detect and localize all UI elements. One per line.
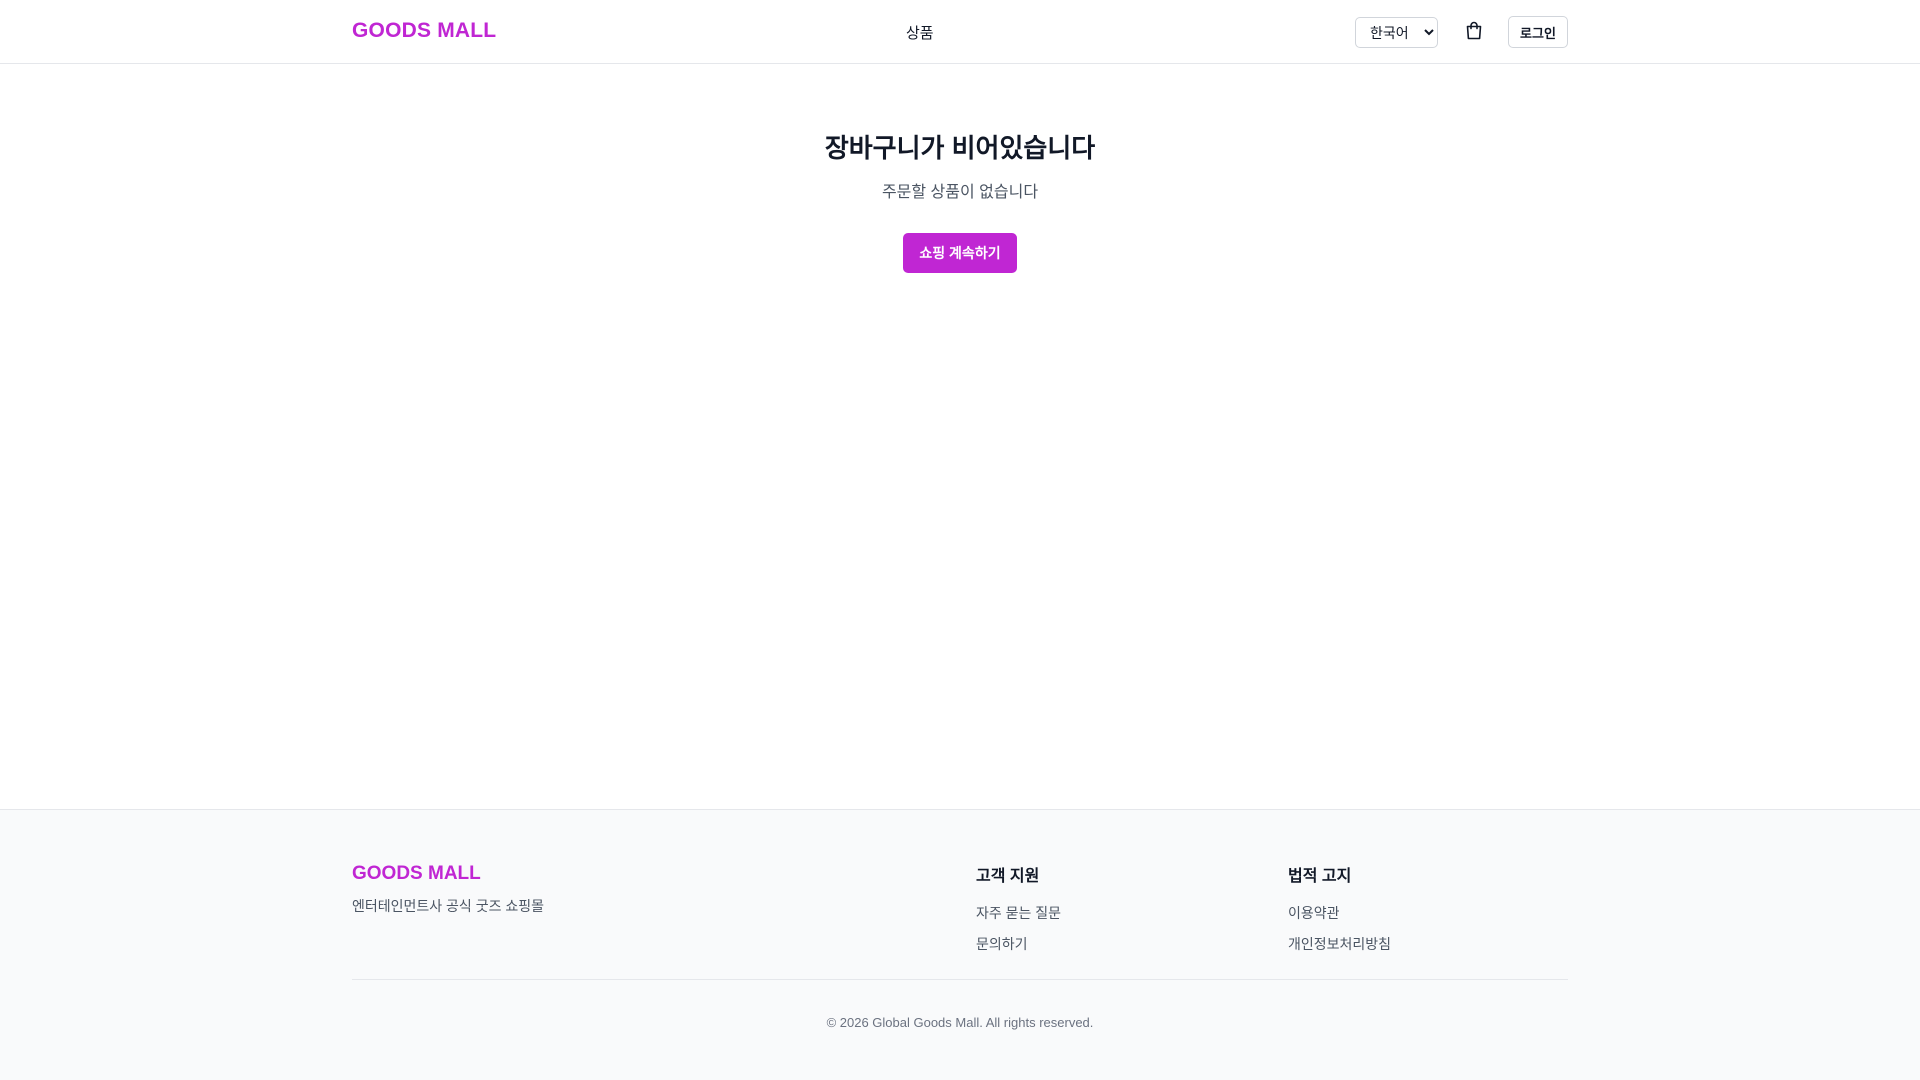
copyright-text: © 2026 Global Goods Mall. All rights res… [826, 1015, 1094, 1030]
footer-link-faq[interactable]: 자주 묻는 질문 [976, 903, 1061, 923]
footer-link-privacy[interactable]: 개인정보처리방침 [1288, 934, 1391, 954]
language-select[interactable]: 한국어 [1355, 17, 1438, 48]
footer-legal-heading: 법적 고지 [1288, 868, 1352, 885]
empty-cart-subtitle: 주문할 상품이 없습니다 [881, 184, 1039, 201]
nav-products-link[interactable]: 상품 [906, 22, 934, 43]
continue-shopping-button[interactable]: 쇼핑 계속하기 [903, 233, 1017, 273]
shopping-bag-icon [1465, 21, 1483, 43]
login-button[interactable]: 로그인 [1508, 16, 1568, 48]
footer-link-contact[interactable]: 문의하기 [976, 934, 1061, 954]
footer-support-heading: 고객 지원 [976, 868, 1040, 885]
footer-legal-column: 법적 고지 이용약관 개인정보처리방침 [1288, 862, 1391, 965]
empty-cart-title: 장바구니가 비어있습니다 [824, 133, 1096, 163]
cart-button[interactable] [1460, 18, 1488, 46]
footer-description: 엔터테인먼트사 공식 굿즈 쇼핑몰 [352, 898, 544, 914]
site-footer: GOODS MALL 엔터테인먼트사 공식 굿즈 쇼핑몰 고객 지원 자주 묻는… [0, 809, 1920, 1080]
footer-support-column: 고객 지원 자주 묻는 질문 문의하기 [976, 862, 1061, 965]
footer-brand-logo: GOODS MALL [352, 863, 481, 884]
brand-logo[interactable]: GOODS MALL [352, 19, 496, 43]
top-header: GOODS MALL 상품 한국어 로그인 [0, 0, 1920, 64]
page: GOODS MALL 상품 한국어 로그인 장바구니가 비어있습니다 주문할 상… [0, 0, 1920, 1080]
footer-divider [352, 979, 1568, 980]
footer-link-terms[interactable]: 이용약관 [1288, 903, 1391, 923]
